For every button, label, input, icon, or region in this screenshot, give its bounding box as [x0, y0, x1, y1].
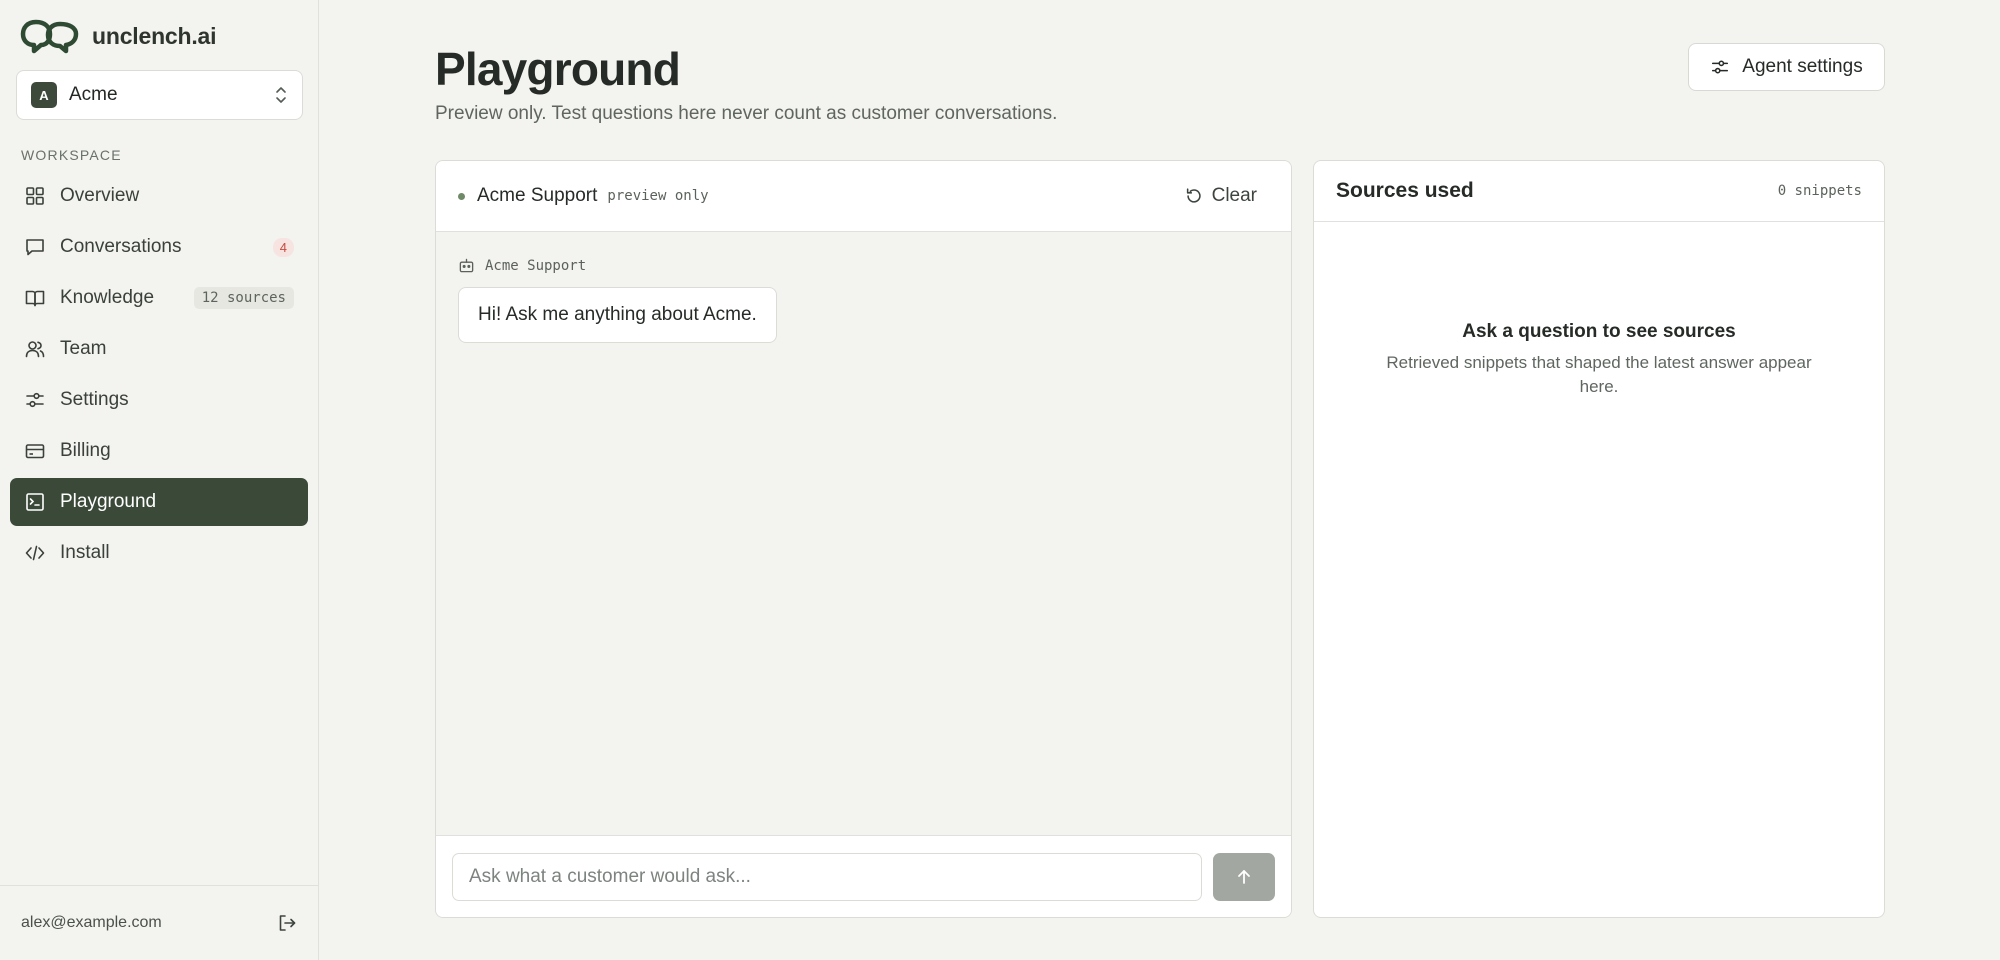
book-icon [25, 290, 45, 307]
chevron-up-down-icon [276, 87, 286, 103]
chat-composer [436, 835, 1291, 917]
bot-icon [459, 258, 474, 273]
user-email: alex@example.com [21, 914, 162, 931]
chat-header: Acme Support preview only Clear [436, 161, 1291, 232]
agent-settings-button[interactable]: Agent settings [1688, 43, 1885, 91]
sidebar-item-label: Knowledge [60, 287, 155, 308]
brand-logo-icon [20, 19, 79, 54]
knowledge-sources-badge: 12 sources [193, 287, 294, 309]
brand[interactable]: unclench.ai [20, 18, 217, 54]
users-icon [25, 341, 45, 358]
chat-panel: Acme Support preview only Clear Acme Sup… [435, 160, 1292, 918]
credit-card-icon [25, 444, 45, 459]
send-button[interactable] [1213, 852, 1275, 901]
snippet-count: 0 snippets [1777, 183, 1862, 199]
logout-icon[interactable] [276, 912, 298, 934]
sidebar-nav: Overview Conversations 4 Knowledge 12 so… [10, 172, 308, 580]
clear-button[interactable]: Clear [1172, 179, 1269, 213]
sidebar-item-overview[interactable]: Overview [10, 172, 308, 220]
empty-state-text: Retrieved snippets that shaped the lates… [1386, 353, 1812, 396]
code-icon [25, 545, 45, 561]
workspace-name: Acme [69, 84, 118, 105]
sidebar-item-settings[interactable]: Settings [10, 376, 308, 424]
chat-message-bubble: Hi! Ask me anything about Acme. [458, 287, 777, 343]
status-dot [458, 192, 465, 200]
sidebar-item-install[interactable]: Install [10, 529, 308, 577]
workspace-avatar: A [31, 82, 57, 108]
playground-icon [26, 493, 44, 511]
sources-header: Sources used 0 snippets [1314, 161, 1884, 222]
chat-icon [26, 239, 44, 256]
sidebar-item-label: Conversations [60, 236, 182, 257]
sidebar: unclench.ai A Acme WORKSPACE Overview Co… [0, 0, 319, 960]
message-author-name: Acme Support [485, 257, 587, 274]
preview-tag: preview only [607, 188, 709, 204]
page-subtitle: Preview only. Test questions here never … [435, 103, 1058, 124]
agent-settings-label: Agent settings [1742, 56, 1863, 77]
chat-input[interactable] [452, 852, 1202, 901]
agent-name: Acme Support [477, 185, 598, 206]
sidebar-item-billing[interactable]: Billing [10, 427, 308, 475]
sidebar-item-label: Install [60, 542, 110, 563]
conversations-count-badge: 4 [272, 237, 294, 257]
workspace-section-label: WORKSPACE [21, 147, 122, 163]
sidebar-item-playground[interactable]: Playground [10, 478, 308, 526]
sliders-icon [26, 392, 44, 408]
sidebar-item-team[interactable]: Team [10, 325, 308, 373]
grid-icon [26, 187, 44, 205]
sidebar-item-label: Billing [60, 440, 111, 461]
sidebar-item-label: Playground [60, 491, 157, 512]
sources-title: Sources used [1336, 179, 1474, 202]
sidebar-footer: alex@example.com [0, 885, 319, 960]
sidebar-item-label: Team [60, 338, 107, 359]
sources-panel: Sources used 0 snippets Ask a question t… [1313, 160, 1885, 918]
sidebar-item-conversations[interactable]: Conversations 4 [10, 223, 308, 271]
clear-label: Clear [1211, 185, 1257, 206]
arrow-up-icon [1238, 869, 1250, 884]
sidebar-item-label: Overview [60, 185, 140, 206]
sliders-icon [1712, 60, 1729, 74]
workspace-select[interactable]: A Acme [16, 70, 303, 120]
brand-name: unclench.ai [92, 22, 217, 49]
refresh-icon [1186, 188, 1201, 203]
sidebar-item-knowledge[interactable]: Knowledge 12 sources [10, 274, 308, 322]
page-title: Playground [435, 43, 681, 95]
empty-state-title: Ask a question to see sources [1462, 321, 1736, 342]
message-author: Acme Support [458, 257, 586, 274]
sidebar-item-label: Settings [60, 389, 129, 410]
